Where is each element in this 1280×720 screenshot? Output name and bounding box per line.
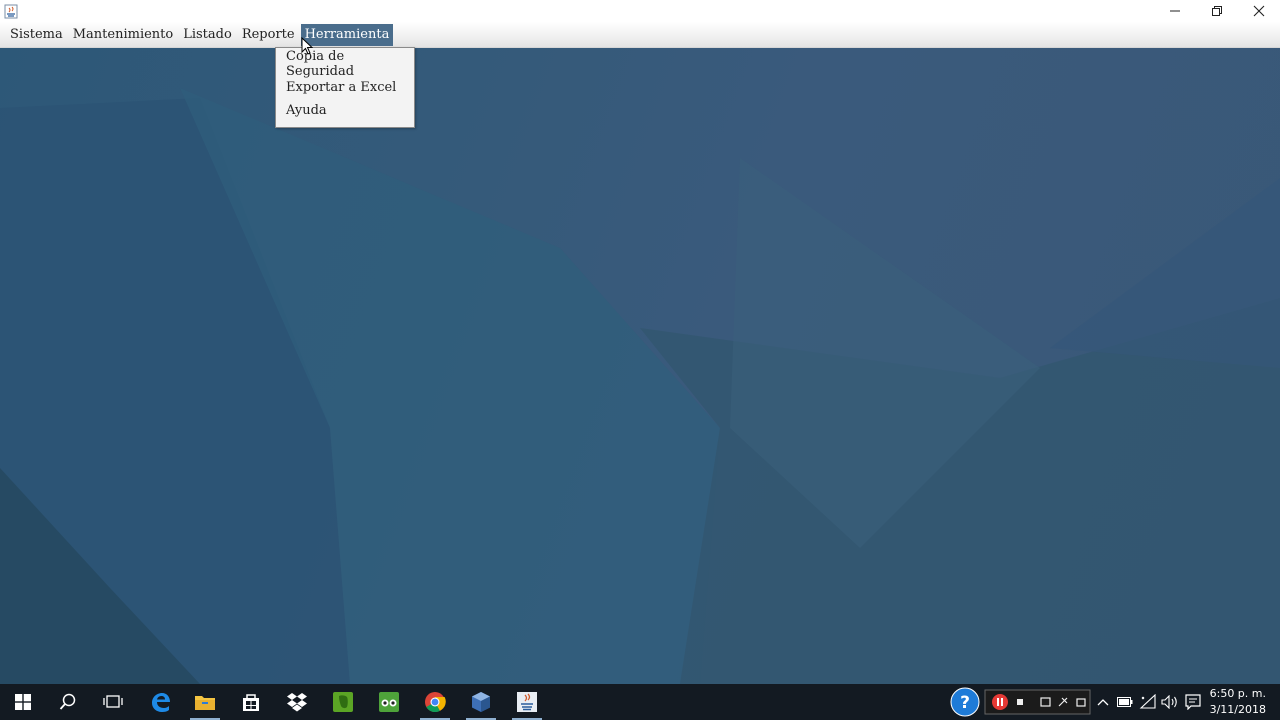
menu-reporte[interactable]: Reporte (238, 24, 299, 46)
clock-time: 6:50 p. m. (1209, 687, 1266, 700)
windows-start-icon[interactable] (0, 684, 46, 720)
virtualbox-icon[interactable] (458, 684, 504, 720)
taskbar: ? 6:50 p. m. 3/11/2018 (0, 684, 1280, 720)
menu-mantenimiento[interactable]: Mantenimiento (69, 24, 177, 46)
java-icon[interactable] (3, 3, 18, 19)
help-icon[interactable]: ? (949, 684, 981, 720)
wifi-icon[interactable] (1137, 684, 1159, 720)
recorder-toolbar (984, 684, 1092, 720)
desktop-background (0, 48, 1280, 684)
dropbox-icon[interactable] (274, 684, 320, 720)
java-icon[interactable] (504, 684, 550, 720)
system-clock[interactable]: 6:50 p. m. 3/11/2018 (1206, 686, 1266, 718)
window-title-bar (0, 0, 1280, 22)
menu-sistema[interactable]: Sistema (6, 24, 67, 46)
battery-icon[interactable] (1115, 684, 1135, 720)
menu-bar: Sistema Mantenimiento Listado Reporte He… (0, 22, 1280, 48)
menu-item-copia-de-seguridad[interactable]: Copia de Seguridad (276, 49, 414, 79)
task-view-icon[interactable] (90, 684, 136, 720)
restore-button[interactable] (1196, 0, 1238, 22)
volume-icon[interactable] (1160, 684, 1180, 720)
clock-date: 3/11/2018 (1209, 703, 1266, 716)
notifications-icon[interactable] (1183, 684, 1203, 720)
edge-icon[interactable] (137, 684, 183, 720)
recorder-controls-icon (984, 689, 1091, 715)
menu-item-ayuda[interactable]: Ayuda (276, 99, 414, 123)
evernote-icon[interactable] (320, 684, 366, 720)
background-shapes (0, 88, 1280, 684)
tripadvisor-icon[interactable] (366, 684, 412, 720)
search-icon[interactable] (45, 684, 91, 720)
menu-item-exportar-a-excel[interactable]: Exportar a Excel (276, 76, 414, 100)
chevron-up-icon[interactable] (1094, 684, 1112, 720)
herramienta-dropdown: Copia de Seguridad Exportar a Excel Ayud… (275, 47, 415, 128)
file-explorer-icon[interactable] (182, 684, 228, 720)
svg-text:?: ? (960, 693, 970, 713)
minimize-button[interactable] (1154, 0, 1196, 22)
menu-listado[interactable]: Listado (179, 24, 236, 46)
store-icon[interactable] (228, 684, 274, 720)
menu-herramienta[interactable]: Herramienta (300, 23, 394, 46)
close-button[interactable] (1238, 0, 1280, 22)
mouse-cursor-icon (301, 37, 313, 55)
chrome-icon[interactable] (412, 684, 458, 720)
